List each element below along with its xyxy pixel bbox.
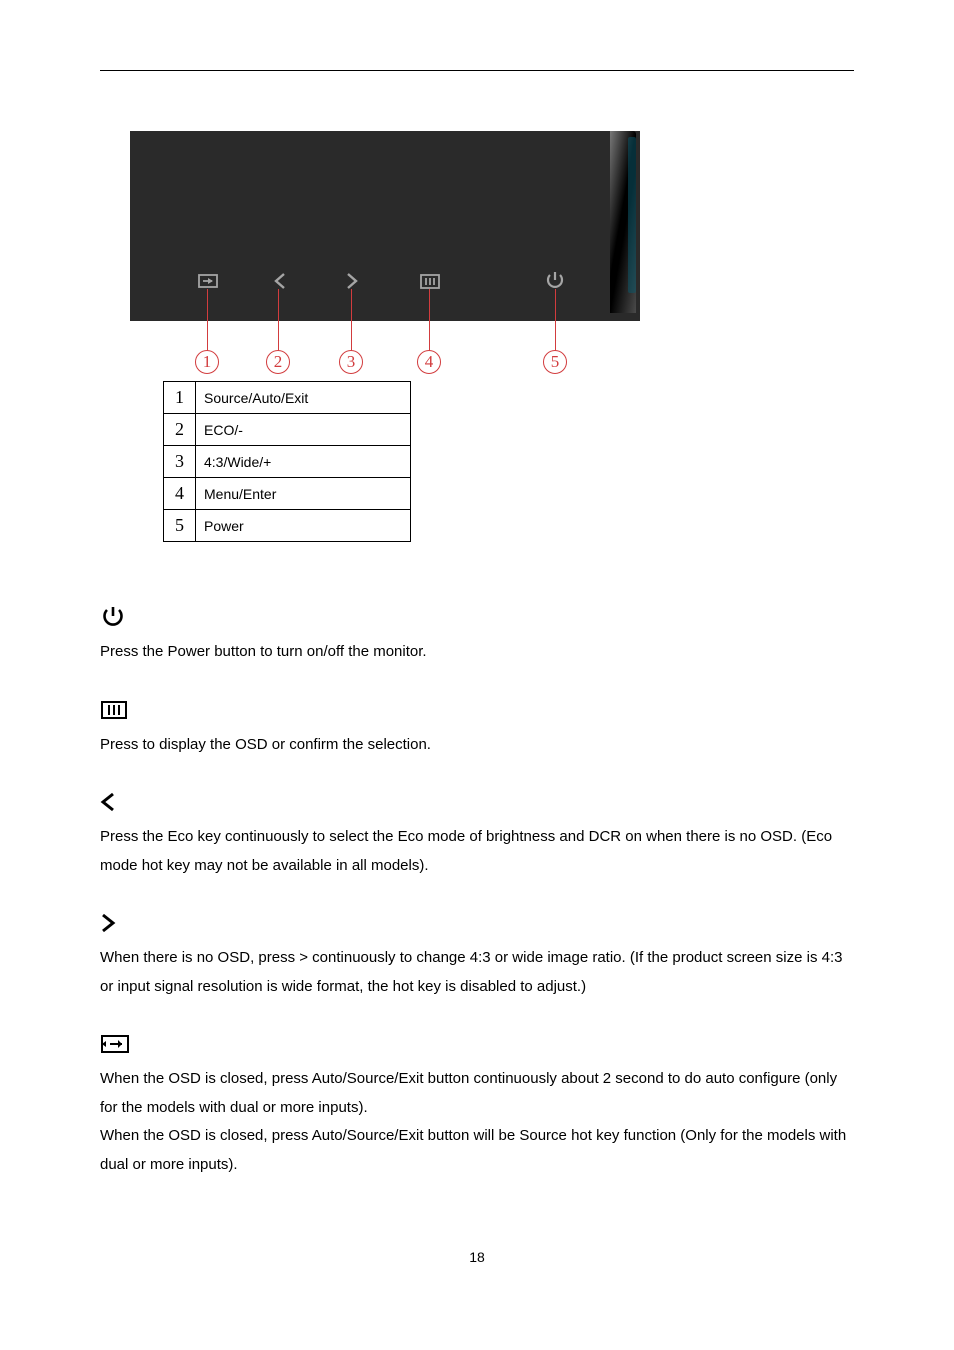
power-icon [100,602,854,632]
power-text: Press the Power button to turn on/off th… [100,638,854,667]
legend-desc: ECO/- [196,414,411,446]
table-row: 2ECO/- [164,414,411,446]
ratio-text: When there is no OSD, press > continuous… [100,944,854,1001]
legend-num: 3 [164,446,196,478]
legend-desc: Menu/Enter [196,478,411,510]
legend-desc: Power [196,510,411,542]
legend-table: 1Source/Auto/Exit 2ECO/- 34:3/Wide/+ 4Me… [163,381,411,542]
legend-num: 1 [164,382,196,414]
legend-num: 5 [164,510,196,542]
callout-num-2: 2 [266,350,290,374]
table-row: 4Menu/Enter [164,478,411,510]
table-row: 5Power [164,510,411,542]
callout-numbers: 1 2 3 4 5 [130,318,640,373]
legend-num: 4 [164,478,196,510]
menu-icon [418,269,442,293]
top-rule [100,70,854,71]
chevron-right-icon [100,908,854,938]
table-row: 1Source/Auto/Exit [164,382,411,414]
legend-desc: Source/Auto/Exit [196,382,411,414]
source-icon [100,1029,854,1059]
page-number: 18 [100,1249,854,1265]
callout-num-4: 4 [417,350,441,374]
menu-icon [100,695,854,725]
callout-num-5: 5 [543,350,567,374]
monitor-figure: 1 2 3 4 5 1Source/Auto/Exit 2ECO/- 34:3/… [130,131,640,542]
table-row: 34:3/Wide/+ [164,446,411,478]
chevron-left-icon [268,269,292,293]
source-text-1: When the OSD is closed, press Auto/Sourc… [100,1065,854,1122]
monitor-edge [610,131,636,313]
chevron-right-icon [340,269,364,293]
chevron-left-icon [100,787,854,817]
callout-num-3: 3 [339,350,363,374]
callout-num-1: 1 [195,350,219,374]
legend-num: 2 [164,414,196,446]
menu-text: Press to display the OSD or confirm the … [100,731,854,760]
eco-text: Press the Eco key continuously to select… [100,823,854,880]
source-text-2: When the OSD is closed, press Auto/Sourc… [100,1122,854,1179]
legend-desc: 4:3/Wide/+ [196,446,411,478]
source-icon [196,269,220,293]
